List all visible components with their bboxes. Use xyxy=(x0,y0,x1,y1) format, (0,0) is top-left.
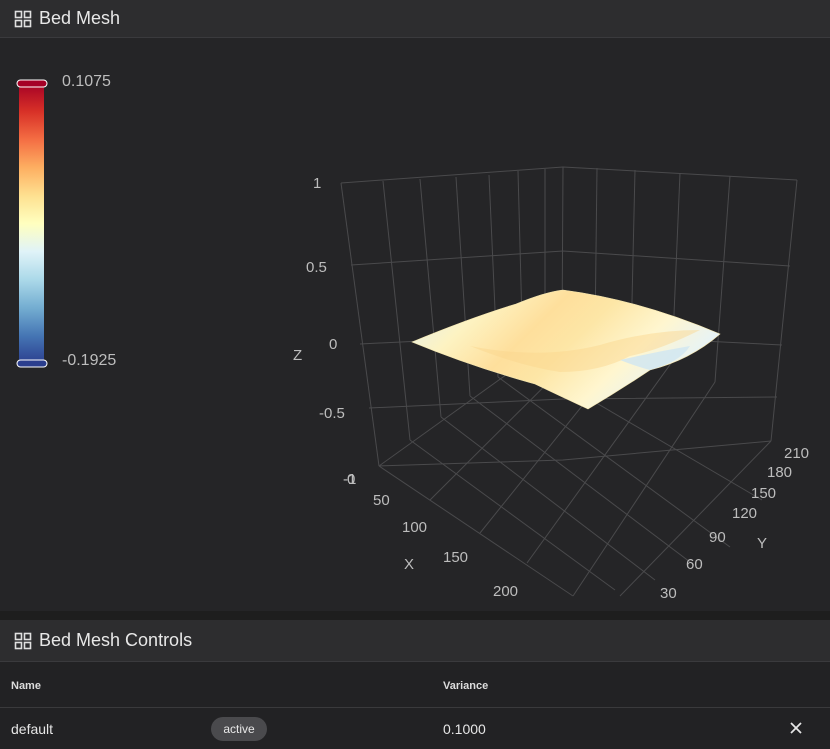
x-tick-label: 200 xyxy=(493,583,518,600)
y-axis-title: Y xyxy=(757,535,767,552)
y-tick-label: 90 xyxy=(709,529,726,546)
grid-icon xyxy=(14,10,32,28)
table-divider xyxy=(0,707,830,708)
colorbar-max-label: 0.1075 xyxy=(62,73,111,90)
bed-mesh-controls-panel xyxy=(0,662,830,749)
y-tick-label: 30 xyxy=(660,585,677,600)
bed-mesh-panel-header: Bed Mesh xyxy=(0,0,830,38)
x-tick-label: 100 xyxy=(402,519,427,536)
colorbar[interactable] xyxy=(16,79,48,368)
y-tick-label: 60 xyxy=(686,556,703,573)
z-axis-title: Z xyxy=(293,347,302,364)
profile-variance: 0.1000 xyxy=(443,721,486,737)
profile-name[interactable]: default xyxy=(11,721,53,737)
z-tick-label: 0 xyxy=(329,336,337,353)
z-tick-label: 1 xyxy=(313,175,321,192)
close-icon[interactable] xyxy=(787,719,805,737)
active-badge: active xyxy=(211,717,267,741)
table-header-name: Name xyxy=(11,680,41,692)
colorbar-min-label: -0.1925 xyxy=(62,352,117,369)
y-tick-label: 180 xyxy=(767,464,792,481)
grid-icon xyxy=(14,632,32,650)
x-tick-label: 50 xyxy=(373,492,390,509)
x-tick-label: 150 xyxy=(443,549,468,566)
y-tick-label: 120 xyxy=(732,505,757,522)
z-tick-label: -0.5 xyxy=(319,405,345,422)
bed-mesh-title: Bed Mesh xyxy=(39,8,121,28)
z-tick-label: 0.5 xyxy=(306,259,327,276)
y-tick-label: 210 xyxy=(784,445,809,462)
x-tick-label: 0 xyxy=(347,471,355,488)
table-header-variance: Variance xyxy=(443,680,489,692)
bed-mesh-controls-title: Bed Mesh Controls xyxy=(39,630,193,650)
colorbar-max-handle xyxy=(16,79,48,88)
y-tick-label: 150 xyxy=(751,485,776,502)
bed-mesh-controls-header: Bed Mesh Controls xyxy=(0,620,830,662)
colorbar-min-handle xyxy=(16,359,48,368)
mesh-3d-plot[interactable]: 10.50-0.5-1Z050100150200X306090120150180… xyxy=(250,150,830,600)
x-axis-title: X xyxy=(404,556,414,573)
